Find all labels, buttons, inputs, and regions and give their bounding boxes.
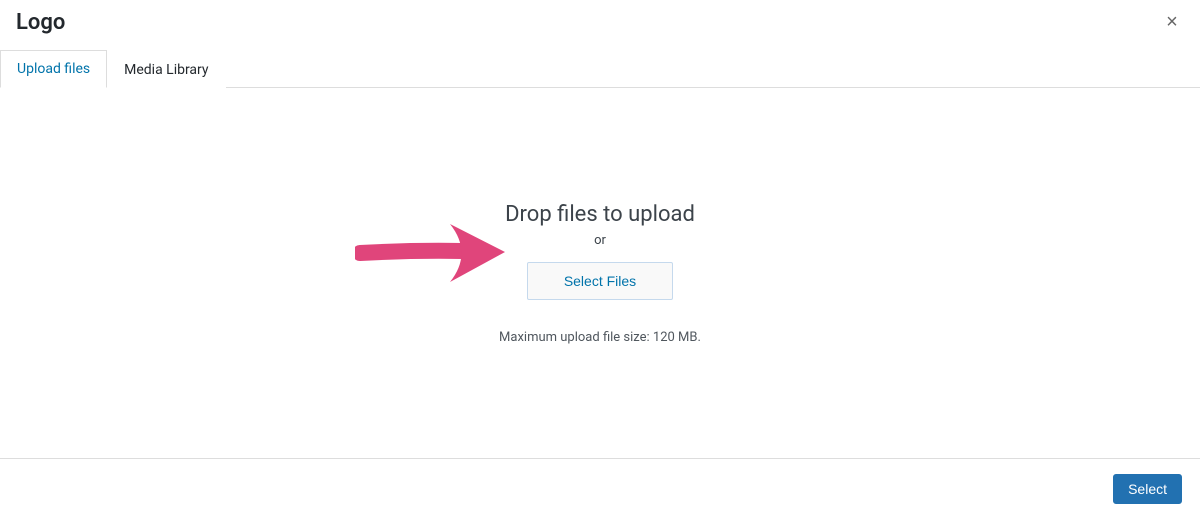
select-files-button[interactable]: Select Files — [527, 262, 673, 300]
or-label: or — [594, 233, 606, 248]
modal-footer: Select — [0, 458, 1200, 509]
modal-header: Logo × — [0, 0, 1200, 49]
arrow-right-annotation-icon — [355, 218, 515, 288]
upload-dropzone[interactable]: Drop files to upload or Select Files Max… — [0, 88, 1200, 458]
tab-media-library[interactable]: Media Library — [107, 51, 225, 88]
select-button[interactable]: Select — [1113, 474, 1182, 504]
close-icon: × — [1166, 11, 1178, 33]
max-upload-size-label: Maximum upload file size: 120 MB. — [499, 330, 701, 345]
drop-files-heading: Drop files to upload — [505, 202, 695, 227]
modal-title: Logo — [16, 10, 1184, 35]
tab-upload-files[interactable]: Upload files — [0, 50, 107, 88]
close-button[interactable]: × — [1156, 6, 1188, 38]
tabs-bar: Upload files Media Library — [0, 49, 1200, 88]
